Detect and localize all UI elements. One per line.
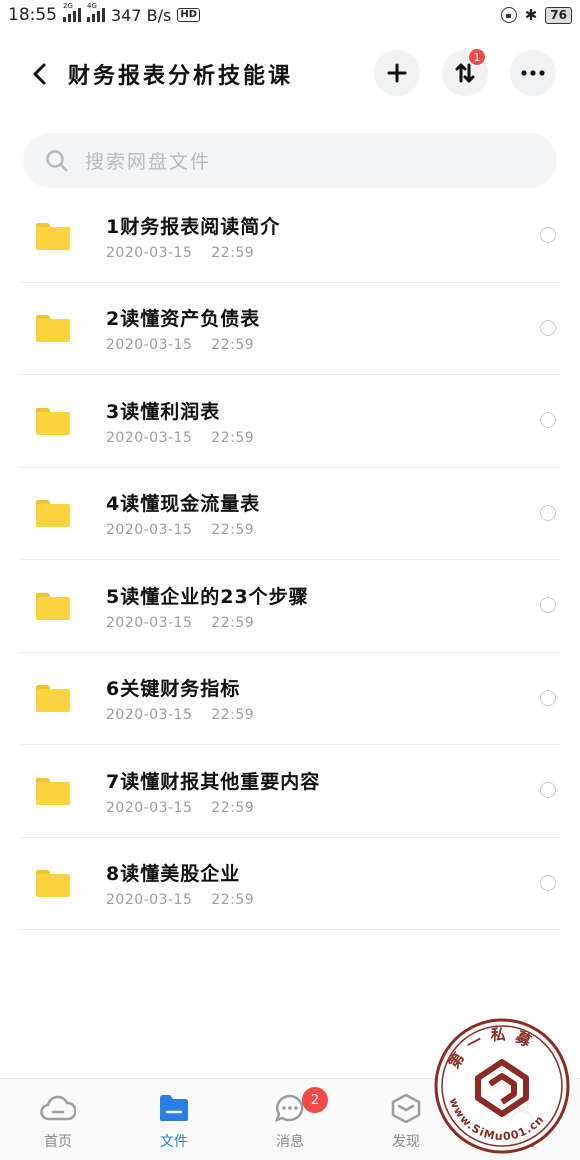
select-radio[interactable] (540, 227, 556, 243)
nav-label: 发现 (392, 1134, 420, 1150)
more-icon (521, 70, 545, 76)
file-date: 2020-03-15 22:59 (106, 522, 255, 539)
folder-icon (36, 315, 70, 343)
file-name: 2读懂资产负债表 (106, 308, 261, 331)
select-radio[interactable] (540, 319, 556, 336)
status-bar: 18:55 2G 4G 347 B/s HD ✱ 76 (0, 0, 580, 30)
nav-files[interactable]: 文件 (116, 1079, 232, 1160)
search-placeholder: 搜索网盘文件 (85, 151, 212, 173)
list-item[interactable]: 3读懂利润表 2020-03-15 22:59 (0, 375, 580, 468)
folder-icon (36, 870, 70, 898)
folder-icon (36, 407, 70, 435)
signal-icon: 4G (87, 2, 105, 22)
status-left: 18:55 2G 4G 347 B/s HD (8, 2, 200, 25)
list-item[interactable]: 1财务报表阅读简介 2020-03-15 22:59 (0, 190, 580, 283)
transfer-badge: 1 (468, 48, 486, 66)
network-type: 2G (63, 2, 73, 10)
status-right: ✱ 76 (500, 6, 572, 24)
folder-nav-icon (160, 1095, 188, 1121)
file-date: 2020-03-15 22:59 (106, 429, 255, 446)
folder-icon (36, 685, 70, 713)
file-date: 2020-03-15 22:59 (106, 614, 255, 631)
select-radio[interactable] (540, 782, 556, 798)
list-item[interactable]: 2读懂资产负债表 2020-03-15 22:59 (0, 283, 580, 376)
file-name: 3读懂利润表 (106, 400, 221, 423)
select-radio[interactable] (540, 412, 556, 428)
transfer-button[interactable]: 1 (442, 48, 488, 96)
nav-label: 首页 (44, 1134, 72, 1150)
nav-home[interactable]: 首页 (0, 1079, 116, 1160)
file-date: 2020-03-15 22:59 (106, 337, 255, 354)
list-item[interactable]: 5读懂企业的23个步骤 2020-03-15 22:59 (0, 560, 580, 653)
back-button[interactable] (20, 54, 60, 94)
file-name: 7读懂财报其他重要内容 (106, 770, 321, 793)
plus-icon (387, 63, 407, 83)
page-title: 财务报表分析技能课 (68, 64, 294, 89)
nav-messages[interactable]: 2 消息 (232, 1079, 348, 1160)
status-time: 18:55 (8, 5, 57, 25)
watermark-seal: 第一私募 www.SiMu001.cn (434, 1018, 570, 1154)
signal-icon: 2G (63, 2, 81, 22)
bluetooth-icon: ✱ (524, 6, 538, 24)
network-speed: 347 B/s (111, 5, 172, 25)
file-name: 5读懂企业的23个步骤 (106, 585, 309, 608)
nav-label: 文件 (160, 1134, 188, 1150)
folder-icon (36, 222, 70, 250)
file-name: 8读懂美股企业 (106, 863, 241, 886)
back-arrow-icon (33, 63, 46, 85)
file-name: 1财务报表阅读简介 (106, 215, 281, 238)
cube-icon (391, 1093, 421, 1123)
list-item[interactable]: 4读懂现金流量表 2020-03-15 22:59 (0, 468, 580, 561)
file-name: 4读懂现金流量表 (106, 493, 261, 516)
file-list: 1财务报表阅读简介 2020-03-15 22:59 2读懂资产负债表 2020… (0, 190, 580, 930)
header-actions: 1 (374, 48, 556, 96)
list-item[interactable]: 6关键财务指标 2020-03-15 22:59 (0, 653, 580, 746)
select-radio[interactable] (540, 874, 556, 891)
select-radio[interactable] (540, 597, 556, 613)
battery-level: 76 (545, 6, 572, 24)
network-type: 4G (87, 2, 97, 10)
folder-icon (36, 500, 70, 528)
rotation-lock-icon (500, 7, 517, 23)
file-date: 2020-03-15 22:59 (106, 892, 255, 909)
file-date: 2020-03-15 22:59 (106, 707, 255, 724)
hd-icon: HD (177, 8, 200, 22)
messages-badge: 2 (302, 1087, 328, 1113)
nav-label: 消息 (276, 1134, 304, 1150)
select-radio[interactable] (540, 689, 556, 706)
file-name: 6关键财务指标 (106, 678, 241, 701)
folder-icon (36, 592, 70, 620)
header: 财务报表分析技能课 1 (0, 42, 580, 106)
more-button[interactable] (510, 50, 556, 96)
select-radio[interactable] (540, 504, 556, 521)
list-item[interactable]: 8读懂美股企业 2020-03-15 22:59 (0, 838, 580, 931)
search-input[interactable]: 搜索网盘文件 (23, 133, 557, 188)
search-icon (46, 149, 68, 171)
folder-icon (36, 777, 70, 805)
file-date: 2020-03-15 22:59 (106, 799, 255, 816)
cloud-icon (40, 1095, 76, 1121)
list-item[interactable]: 7读懂财报其他重要内容 2020-03-15 22:59 (0, 745, 580, 838)
file-date: 2020-03-15 22:59 (106, 244, 255, 261)
add-button[interactable] (374, 50, 420, 96)
